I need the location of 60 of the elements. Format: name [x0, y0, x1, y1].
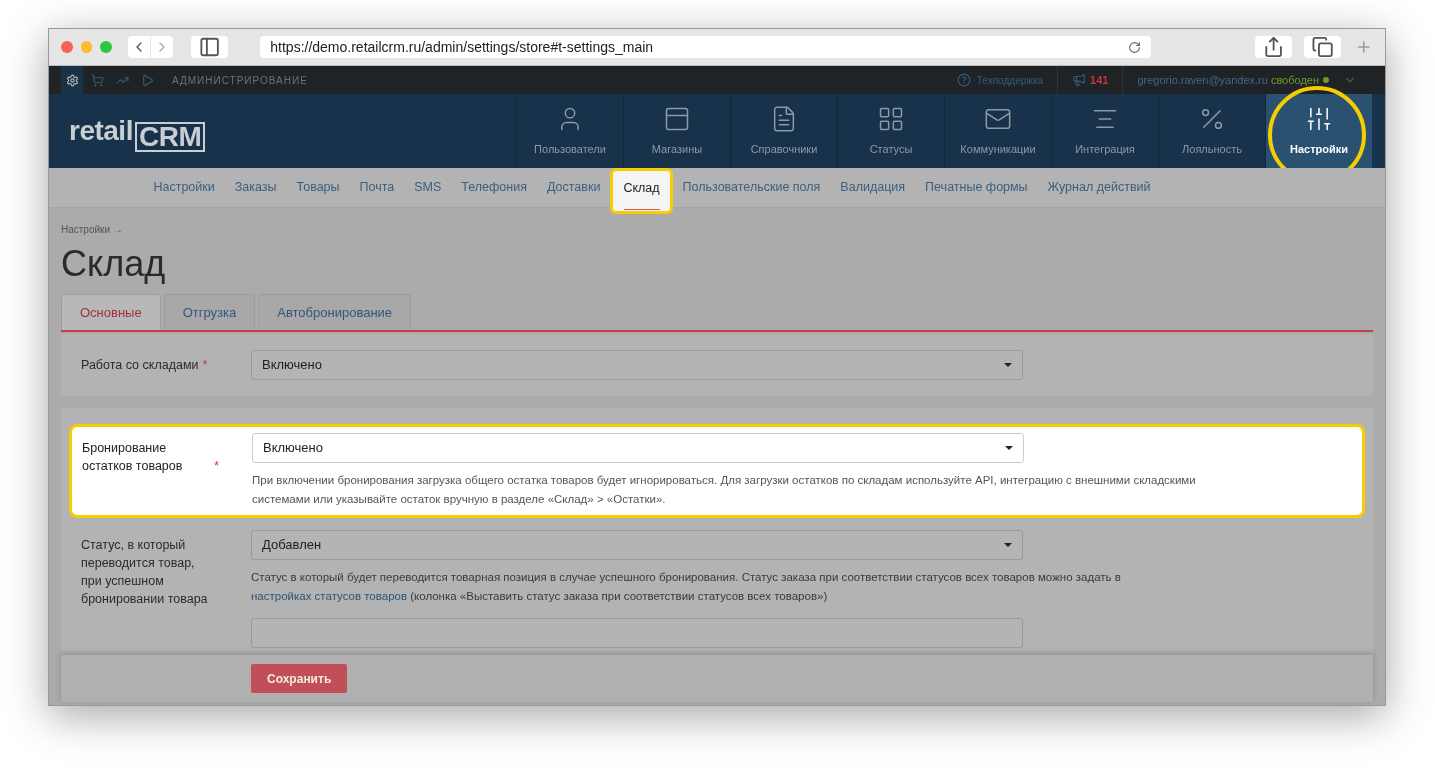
megaphone-icon[interactable] — [1072, 73, 1087, 87]
sub-nav-link[interactable]: Журнал действий — [1037, 178, 1161, 197]
sub-nav-link[interactable]: Склад — [610, 168, 673, 214]
field-label: Работа со складами — [81, 357, 199, 374]
tabs-icon[interactable] — [1304, 36, 1342, 58]
sub-nav-link[interactable]: Печатные формы — [915, 178, 1038, 197]
logo[interactable]: retail CRM — [69, 110, 206, 152]
sub-nav-link[interactable]: Доставки — [536, 178, 611, 197]
sub-nav-link[interactable]: Товары — [286, 178, 350, 197]
sub-nav-link[interactable]: Пользовательские поля — [672, 178, 831, 197]
select-field[interactable]: Добавлен — [251, 530, 1023, 560]
sub-nav-link[interactable]: Почта — [349, 178, 405, 197]
maximize-icon[interactable] — [100, 41, 113, 53]
tab[interactable]: Автобронирование — [258, 294, 412, 330]
sub-nav-link[interactable]: Заказы — [224, 178, 287, 197]
select-field[interactable]: Включено — [251, 350, 1023, 380]
page-title: Склад — [61, 242, 167, 286]
sidebar-icon[interactable] — [191, 36, 229, 58]
tab[interactable]: Основные — [61, 294, 161, 330]
address-bar[interactable]: https://demo.retailcrm.ru/admin/settings/store#t-settings_main — [260, 36, 1152, 58]
sub-nav-link[interactable]: SMS — [404, 178, 452, 197]
back-icon[interactable] — [128, 36, 151, 58]
required-mark: * — [202, 356, 208, 374]
field-label: Статус, в который переводится товар, при успешном бронировании товара — [81, 537, 209, 608]
reload-icon[interactable] — [1128, 40, 1142, 54]
field-hint: При включении бронирования загрузка общего остатка товаров будет игнорироваться. Для загрузки остатков по складам используйте API, интеграцию с внешними складскими системами или указывайте остаток вручную в разделе «Склад» > «Остатки». — [252, 473, 1197, 507]
section-label: АДМИНИСТРИРОВАНИЕ — [172, 73, 308, 88]
close-icon[interactable] — [61, 41, 73, 53]
select-field[interactable]: Включено — [252, 433, 1024, 463]
nav-item[interactable]: Интеграция — [1052, 94, 1158, 168]
caret-icon — [1005, 446, 1013, 450]
tab[interactable]: Отгрузка — [163, 294, 256, 330]
settings-link[interactable]: настройках статусов товаров — [251, 590, 408, 602]
forward-icon[interactable] — [151, 36, 174, 58]
help-icon[interactable] — [956, 73, 971, 87]
cart-icon[interactable] — [91, 73, 104, 87]
field-label: Бронирование остатков товаров — [82, 440, 184, 475]
select-field[interactable] — [251, 618, 1023, 648]
share-icon[interactable] — [1255, 36, 1293, 58]
breadcrumb-link[interactable]: Настройки → — [61, 224, 123, 235]
nav-item[interactable]: Пользователи — [517, 94, 623, 168]
nav-item[interactable]: Справочники — [731, 94, 837, 168]
sub-nav-link[interactable]: Валидация — [830, 178, 916, 197]
required-mark: * — [214, 457, 220, 475]
user-email[interactable]: gregorio.raven@yandex.ru — [1137, 71, 1268, 89]
play-icon[interactable] — [141, 73, 154, 87]
caret-icon — [1004, 363, 1012, 367]
user-status: свободен — [1270, 72, 1319, 88]
field-hint: Статус в который будет переводится товарная позиция в случае успешного бронирования. Статус заказа при соответствии статусов всех товаров можно задать в настройках статусов товаров (колонка «Выставить статус заказа при соответствии статусов всех товаров») — [251, 570, 1122, 604]
sub-nav-link[interactable]: Настройки — [143, 178, 225, 197]
minimize-icon[interactable] — [80, 41, 93, 53]
nav-item[interactable]: Магазины — [624, 94, 730, 168]
sub-nav-link[interactable]: Телефония — [451, 178, 537, 197]
nav-item[interactable]: Настройки — [1266, 94, 1372, 168]
nav-item[interactable]: Лояльность — [1159, 94, 1265, 168]
nav-item[interactable]: Коммуникации — [945, 94, 1051, 168]
save-button[interactable]: Сохранить — [251, 664, 348, 693]
caret-icon — [1004, 543, 1012, 547]
settings-icon[interactable] — [65, 73, 79, 87]
nav-item[interactable]: Статусы — [838, 94, 944, 168]
